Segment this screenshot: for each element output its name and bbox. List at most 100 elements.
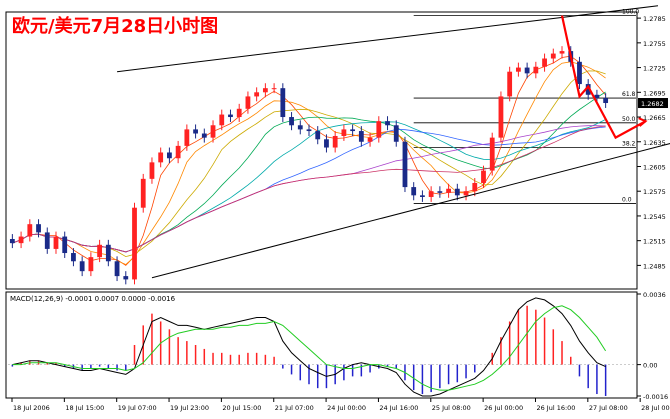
x-tick-label: 27 Jul 08:00 (589, 404, 628, 412)
candle-body (472, 182, 478, 192)
candle-body (175, 145, 181, 159)
candle-body (463, 191, 469, 196)
candle-body (114, 261, 120, 277)
candle-body (358, 131, 364, 142)
candle-body (524, 67, 530, 74)
candle-body (184, 129, 190, 146)
x-tick-label: 25 Jul 08:00 (432, 404, 471, 412)
candle-body (254, 92, 260, 97)
candle-body (44, 232, 50, 249)
macd-y-tick-label: 0.00 (643, 362, 657, 370)
chart-window: 100.0 61.8 50.0 38.2 0.0 1.2785 1.2755 1.2725 1… (0, 0, 670, 419)
candle-body (36, 224, 41, 233)
candle-body (210, 125, 216, 138)
x-tick-label: 18 Jul 2006 (13, 404, 50, 412)
price-chart: 100.061.850.038.20.0 1.27851.27551.27251… (5, 5, 670, 412)
candle-body (376, 121, 382, 138)
candle-body (88, 257, 94, 272)
candle-body (123, 276, 129, 280)
candle-body (603, 98, 609, 104)
candle-body (62, 236, 68, 254)
candle-body (132, 207, 137, 280)
macd-label: MACD(12,26,9) -0.0001 0.0007 0.0000 -0.0… (10, 295, 176, 303)
macd-panel-frame (5, 291, 638, 399)
candle-body (79, 261, 85, 272)
candle-body (498, 96, 504, 138)
x-tick-label: 19 Jul 07:00 (118, 404, 157, 412)
candle-body (167, 152, 172, 159)
candle-body (559, 51, 565, 54)
candle-body (9, 239, 15, 244)
candle-body (367, 137, 373, 142)
x-tick-label: 26 Jul 00:00 (484, 404, 523, 412)
candle-body (533, 66, 539, 74)
candle-body (289, 117, 294, 126)
x-tick-label: 20 Jul 15:00 (222, 404, 261, 412)
x-tick-label: 28 Jul 00:00 (641, 404, 670, 412)
candle-body (149, 162, 155, 179)
candle-body (350, 129, 356, 132)
y-tick-label: 1.2665 (643, 114, 666, 122)
y-tick-label: 1.2605 (643, 163, 666, 171)
y-tick-label: 1.2635 (643, 139, 666, 147)
fib-level-label: 0.0 (622, 197, 632, 204)
x-tick-label: 21 Jul 07:00 (275, 404, 314, 412)
candle-body (341, 129, 347, 136)
candle-body (550, 53, 556, 59)
chart-title: 欧元/美元7月28日小时图 (12, 15, 218, 37)
current-price-label: 1.2682 (641, 100, 664, 108)
candle-body (411, 187, 417, 196)
candle-body (437, 191, 443, 193)
candle-body (201, 133, 207, 138)
y-tick-label: 1.2725 (643, 65, 666, 73)
candle-body (219, 114, 225, 126)
y-tick-label: 1.2485 (643, 262, 666, 270)
candle-body (245, 96, 251, 109)
candle-body (385, 121, 390, 126)
candle-body (577, 61, 582, 85)
candle-body (515, 67, 521, 72)
candle-body (306, 129, 312, 132)
y-tick-label: 1.2755 (643, 40, 666, 48)
candle-body (140, 178, 146, 208)
candle-body (481, 170, 486, 183)
fib-level-label: 61.8 (622, 91, 636, 98)
candle-body (489, 137, 495, 171)
candle-body (324, 139, 329, 148)
x-tick-label: 18 Jul 15:00 (65, 404, 104, 412)
candle-body (428, 191, 434, 197)
candle-body (105, 244, 111, 262)
candle-body (297, 125, 303, 130)
macd-y-tick-label: 0.0036 (643, 291, 666, 299)
y-tick-label: 1.2695 (643, 89, 666, 97)
candle-body (262, 88, 268, 93)
macd-y-tick-label: -0.0016 (643, 393, 668, 401)
candle-body (71, 253, 76, 262)
candle-body (454, 188, 460, 196)
y-tick-label: 1.2785 (643, 15, 666, 23)
candle-body (332, 135, 338, 148)
candle-body (280, 88, 286, 118)
candle-body (542, 58, 547, 67)
y-tick-label: 1.2575 (643, 188, 666, 196)
fib-level-label: 38.2 (622, 141, 636, 148)
candle-body (446, 188, 451, 193)
candle-body (97, 244, 103, 258)
fib-level-label: 50.0 (622, 116, 636, 123)
candle-body (53, 236, 59, 249)
candle-body (193, 129, 198, 134)
candle-body (420, 195, 425, 197)
candle-body (27, 224, 33, 237)
candle-body (228, 114, 233, 118)
x-tick-label: 19 Jul 23:00 (170, 404, 209, 412)
x-tick-label: 26 Jul 16:00 (536, 404, 575, 412)
candle-body (507, 71, 513, 97)
candle-body (402, 141, 408, 188)
candle-body (315, 131, 321, 140)
y-tick-label: 1.2545 (643, 213, 666, 221)
x-tick-label: 24 Jul 16:00 (379, 404, 418, 412)
x-tick-label: 24 Jul 00:00 (327, 404, 366, 412)
candle-body (393, 125, 399, 142)
candle-body (18, 236, 24, 244)
candle-body (236, 108, 242, 118)
